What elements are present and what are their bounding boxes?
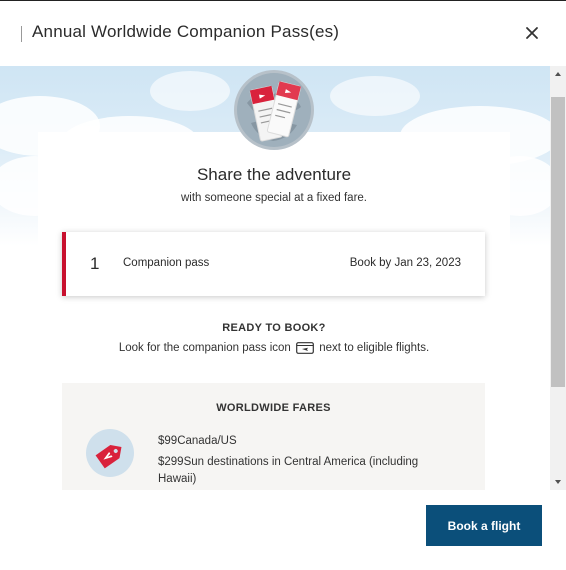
price-tag-plane-icon [86, 429, 134, 477]
pass-label: Companion pass [123, 257, 210, 269]
fare-price: $299 [158, 456, 184, 468]
ready-text-after: next to eligible flights. [319, 342, 430, 354]
close-icon [526, 27, 538, 39]
modal-header: Annual Worldwide Companion Pass(es) [0, 1, 566, 66]
caret-down-icon [555, 480, 561, 484]
fare-row: $299Sun destinations in Central America … [158, 454, 448, 488]
book-flight-button[interactable]: Book a flight [426, 505, 542, 546]
ready-text-before: Look for the companion pass icon [118, 342, 291, 354]
ready-to-book-title: READY TO BOOK? [222, 322, 326, 334]
modal-title: Annual Worldwide Companion Pass(es) [32, 22, 340, 41]
fare-destination: Canada/US [177, 435, 237, 447]
fares-title: WORLDWIDE FARES [216, 402, 331, 414]
scroll-up-button[interactable] [550, 66, 566, 82]
worldwide-fares-panel: WORLDWIDE FARES $99Canada/US $299Sun des… [62, 383, 485, 490]
companion-pass-card: 1 Companion pass Book by Jan 23, 2023 [62, 232, 485, 296]
companion-pass-ticket-icon [296, 342, 314, 354]
boarding-passes-icon [234, 70, 314, 150]
pass-book-by-date: Book by Jan 23, 2023 [349, 257, 461, 269]
modal-content: Share the adventure with someone special… [0, 66, 566, 490]
fare-destination: Sun destinations in Central America (inc… [158, 456, 419, 485]
content-scrollbar[interactable] [550, 66, 566, 490]
hero-subheading: with someone special at a fixed fare. [180, 192, 368, 204]
companion-pass-modal: Annual Worldwide Companion Pass(es) Shar… [0, 0, 566, 570]
pass-count: 1 [90, 254, 100, 273]
scroll-down-button[interactable] [550, 474, 566, 490]
title-accent-bar [21, 26, 22, 42]
caret-up-icon [555, 72, 561, 76]
fare-price: $99 [158, 435, 178, 447]
ready-to-book-text: Look for the companion pass icon next to… [38, 342, 510, 354]
scrollbar-thumb[interactable] [551, 97, 565, 387]
modal-footer: Book a flight [0, 490, 566, 570]
close-button[interactable] [520, 21, 544, 45]
hero-heading: Share the adventure [196, 165, 352, 184]
fare-row: $99Canada/US [158, 433, 448, 450]
